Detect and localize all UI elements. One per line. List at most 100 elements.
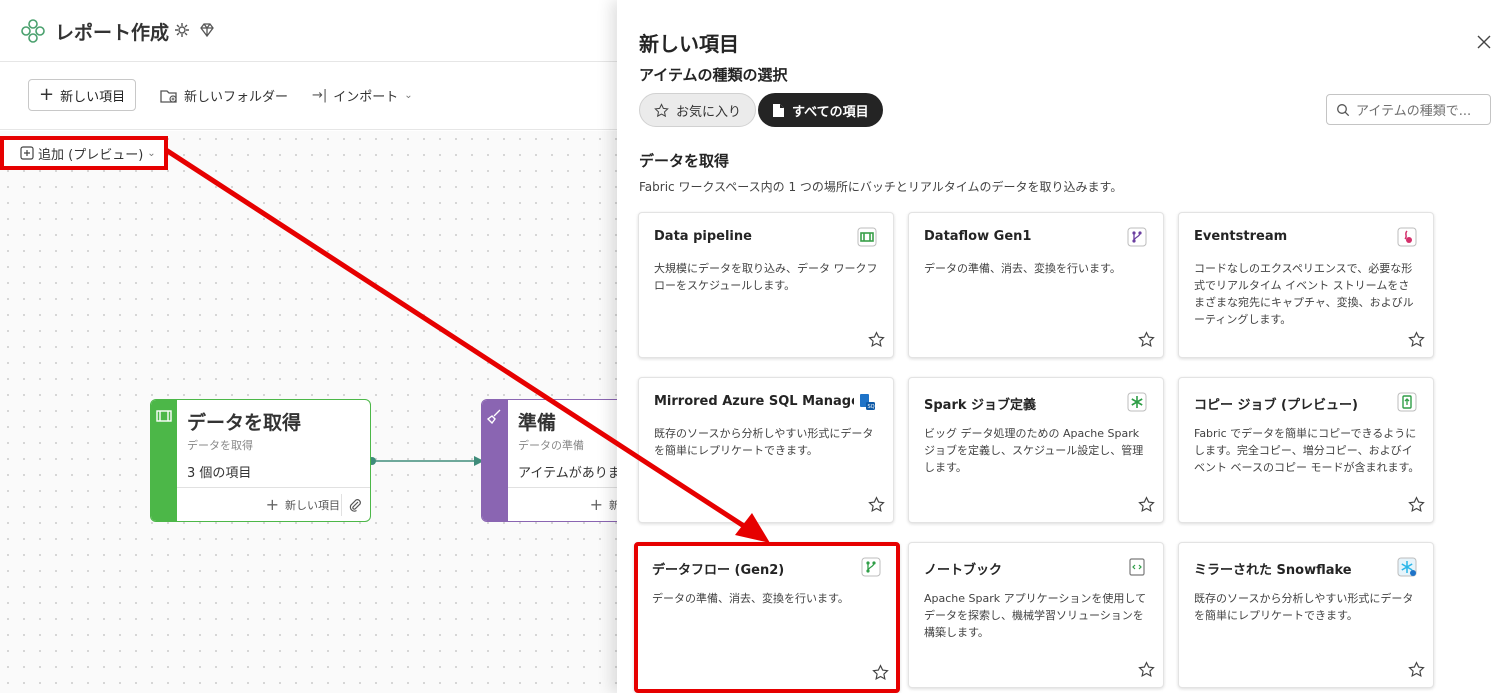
favorite-star-icon[interactable] <box>1138 661 1155 678</box>
card-title: ノートブック <box>924 563 1003 578</box>
favorite-star-icon[interactable] <box>1408 496 1425 513</box>
node-count: アイテムがありま <box>518 466 621 481</box>
favorites-label: お気に入り <box>676 104 742 120</box>
node-add-item-button[interactable]: + 新しい項目 <box>266 497 340 513</box>
section-description: Fabric ワークスペース内の 1 つの場所にバッチとリアルタイムのデータを取… <box>639 180 1123 194</box>
favorite-star-icon[interactable] <box>1138 496 1155 513</box>
document-icon <box>773 103 784 117</box>
node-connector <box>370 456 484 466</box>
node-add-label: 新しい項目 <box>285 499 340 512</box>
node-subtitle: データを取得 <box>187 439 253 452</box>
broom-icon <box>487 409 501 424</box>
import-button[interactable]: →| インポート ⌄ <box>312 86 413 105</box>
dataflow-icon <box>1127 227 1147 247</box>
copy-job-icon <box>1397 392 1417 412</box>
snowflake-icon <box>1397 557 1417 577</box>
workspace-settings-icon[interactable] <box>172 20 192 40</box>
card-description: ビッグ データ処理のための Apache Spark ジョブを定義し、スケジュー… <box>924 427 1144 474</box>
favorite-star-icon[interactable] <box>868 331 885 348</box>
item-type-search[interactable]: アイテムの種類で... <box>1326 94 1491 125</box>
node-add-item-button[interactable]: + 新 <box>590 497 620 513</box>
card-title: データフロー (Gen2) <box>652 563 785 578</box>
import-label: インポート <box>333 90 399 105</box>
card-title: ミラーされた Snowflake <box>1194 563 1352 578</box>
node-title: 準備 <box>518 412 557 434</box>
workspace-title: レポート作成 <box>55 22 170 44</box>
favorite-star-icon[interactable] <box>872 664 889 681</box>
favorites-chip[interactable]: お気に入り <box>639 93 757 127</box>
plus-icon: + <box>39 84 55 105</box>
card-description: Fabric でデータを簡単にコピーできるようにします。完全コピー、増分コピー、… <box>1194 427 1420 474</box>
workspace-icon <box>21 19 45 43</box>
eventstream-icon <box>1397 227 1417 247</box>
new-item-panel: 新しい項目 アイテムの種類の選択 お気に入り すべての項目 アイテムの種類で..… <box>617 0 1500 693</box>
workspace-header: レポート作成 <box>0 0 617 62</box>
import-icon: →| <box>312 88 328 103</box>
node-subtitle: データの準備 <box>518 439 584 452</box>
favorite-star-icon[interactable] <box>1138 331 1155 348</box>
card-description: コードなしのエクスペリエンスで、必要な形式でリアルタイム イベント ストリームを… <box>1194 262 1414 326</box>
spark-job-icon <box>1127 392 1147 412</box>
svg-text:SQL: SQL <box>868 404 878 410</box>
diamond-icon[interactable] <box>197 20 217 40</box>
all-items-chip[interactable]: すべての項目 <box>758 93 883 127</box>
notebook-icon <box>1129 558 1145 576</box>
node-footer: + 新しい項目 <box>177 487 370 521</box>
attach-icon[interactable] <box>347 497 363 513</box>
card-notebook[interactable]: ノートブック Apache Spark アプリケーションを使用してデータを探索し… <box>908 542 1164 688</box>
footer-divider <box>341 494 342 516</box>
card-mirrored-azure-sql[interactable]: Mirrored Azure SQL Managed ... SQL 既存のソー… <box>638 377 894 523</box>
section-title: データを取得 <box>639 152 730 170</box>
plus-icon: + <box>589 495 603 514</box>
add-preview-button[interactable]: 追加 (プレビュー) ⌄ <box>0 136 168 170</box>
panel-title: 新しい項目 <box>639 32 739 56</box>
close-icon[interactable] <box>1475 33 1493 51</box>
dataflow-gen2-icon <box>861 557 881 577</box>
mirrored-sql-icon: SQL <box>860 394 878 410</box>
card-dataflow-gen1[interactable]: Dataflow Gen1 データの準備、消去、変換を行います。 <box>908 212 1164 358</box>
card-eventstream[interactable]: Eventstream コードなしのエクスペリエンスで、必要な形式でリアルタイム… <box>1178 212 1434 358</box>
card-dataflow-gen2[interactable]: データフロー (Gen2) データの準備、消去、変換を行います。 <box>634 542 900 693</box>
card-spark-job[interactable]: Spark ジョブ定義 ビッグ データ処理のための Apache Spark ジ… <box>908 377 1164 523</box>
card-description: 既存のソースから分析しやすい形式にデータを簡単にレプリケートできます。 <box>1194 592 1414 622</box>
node-count: 3 個の項目 <box>187 466 252 481</box>
card-description: データの準備、消去、変換を行います。 <box>924 262 1121 275</box>
card-description: 大規模にデータを取り込み、データ ワークフローをスケジュールします。 <box>654 262 878 292</box>
card-description: Apache Spark アプリケーションを使用してデータを探索し、機械学習ソリ… <box>924 592 1147 639</box>
card-mirrored-snowflake[interactable]: ミラーされた Snowflake 既存のソースから分析しやすい形式にデータを簡単… <box>1178 542 1434 688</box>
chevron-down-icon: ⌄ <box>404 90 413 101</box>
card-description: データの準備、消去、変換を行います。 <box>652 592 849 605</box>
favorite-star-icon[interactable] <box>1408 331 1425 348</box>
node-get-data[interactable]: データを取得 データを取得 3 個の項目 + 新しい項目 <box>150 399 371 522</box>
new-item-button[interactable]: + 新しい項目 <box>28 79 137 111</box>
card-title: Eventstream <box>1194 229 1288 244</box>
star-icon <box>654 102 669 117</box>
node-title: データを取得 <box>187 412 302 434</box>
favorite-star-icon[interactable] <box>1408 661 1425 678</box>
card-data-pipeline[interactable]: Data pipeline 大規模にデータを取り込み、データ ワークフローをスケ… <box>638 212 894 358</box>
card-title: Mirrored Azure SQL Managed ... <box>654 394 854 409</box>
new-folder-button[interactable]: 新しいフォルダー <box>160 86 288 105</box>
panel-subtitle: アイテムの種類の選択 <box>639 66 788 84</box>
folder-add-icon <box>160 89 177 103</box>
new-item-label: 新しい項目 <box>60 89 126 105</box>
card-description: 既存のソースから分析しやすい形式にデータを簡単にレプリケートできます。 <box>654 427 874 457</box>
card-title: Dataflow Gen1 <box>924 229 1032 244</box>
workspace-toolbar: + 新しい項目 新しいフォルダー →| インポート ⌄ <box>0 62 617 130</box>
card-copy-job[interactable]: コピー ジョブ (プレビュー) Fabric でデータを簡単にコピーできるように… <box>1178 377 1434 523</box>
search-icon <box>1337 103 1350 116</box>
card-title: Data pipeline <box>654 229 752 244</box>
search-placeholder: アイテムの種類で... <box>1356 104 1472 119</box>
plus-icon: + <box>265 495 279 514</box>
new-folder-label: 新しいフォルダー <box>184 90 289 105</box>
pipeline-icon <box>857 227 877 247</box>
pipeline-icon <box>156 410 172 422</box>
card-title: コピー ジョブ (プレビュー) <box>1194 398 1358 413</box>
chevron-down-icon: ⌄ <box>147 147 156 159</box>
node-stripe <box>482 400 508 521</box>
add-square-icon <box>20 146 34 160</box>
all-items-label: すべての項目 <box>792 104 869 120</box>
node-stripe <box>151 400 177 521</box>
card-title: Spark ジョブ定義 <box>924 398 1037 413</box>
favorite-star-icon[interactable] <box>868 496 885 513</box>
